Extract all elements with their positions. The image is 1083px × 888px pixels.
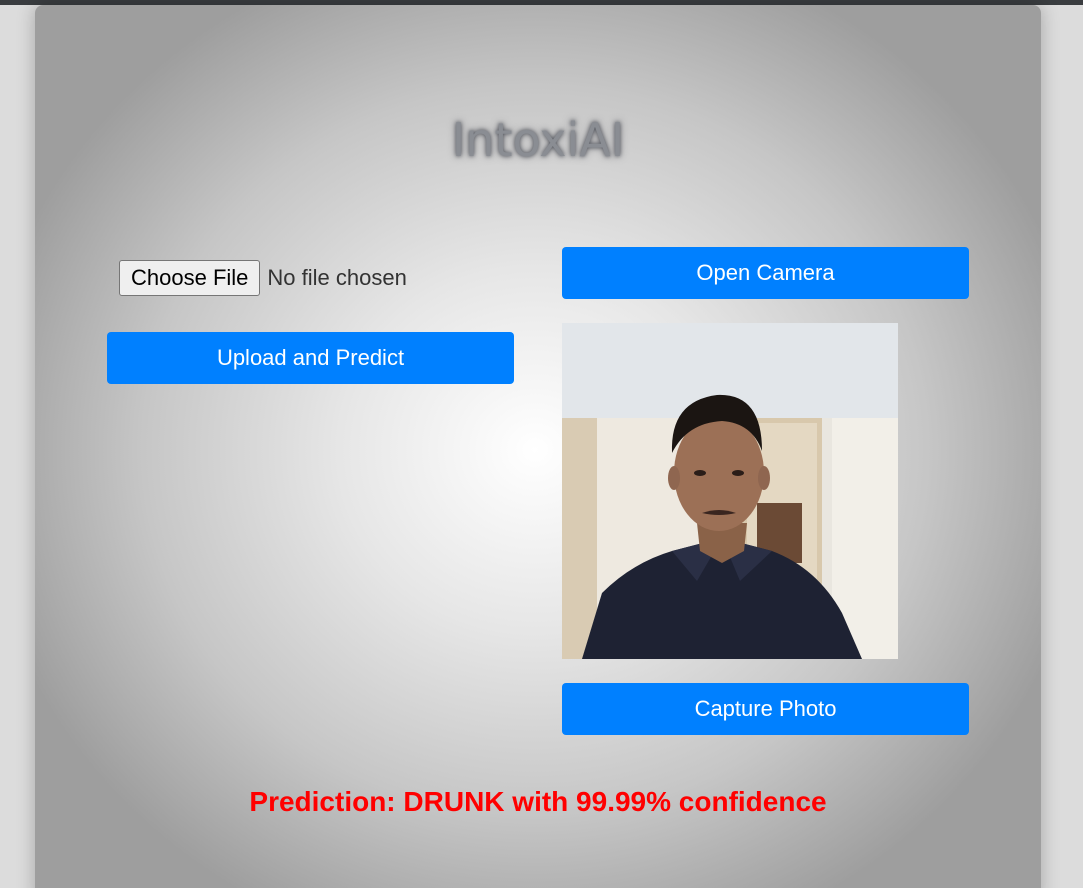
app-title: IntoxiAI (451, 113, 625, 167)
camera-photo (562, 323, 898, 659)
choose-file-button[interactable]: Choose File (119, 260, 261, 296)
capture-photo-button[interactable]: Capture Photo (562, 683, 969, 735)
prediction-result: Prediction: DRUNK with 99.99% confidence (249, 786, 827, 817)
main-card: IntoxiAI Choose File No file chosen Uplo… (35, 5, 1041, 888)
upload-and-predict-button[interactable]: Upload and Predict (107, 332, 514, 384)
open-camera-button[interactable]: Open Camera (562, 247, 969, 299)
camera-preview (562, 323, 898, 659)
file-status-text: No file chosen (267, 265, 407, 290)
file-input-row: Choose File No file chosen (119, 260, 407, 296)
